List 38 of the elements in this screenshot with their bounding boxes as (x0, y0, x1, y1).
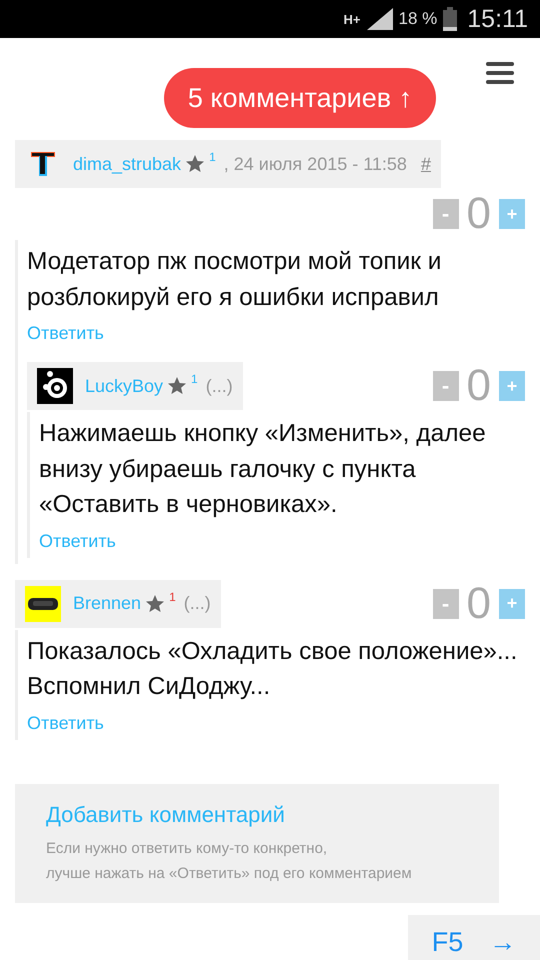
karma-count: 1 (191, 372, 198, 386)
vote-up-button[interactable]: + (499, 588, 525, 619)
reply-link[interactable]: Ответить (27, 323, 525, 344)
comment-meta: (...) (206, 376, 233, 397)
vote-up-button[interactable]: + (499, 371, 525, 402)
karma-count: 1 (209, 150, 216, 164)
reply-link[interactable]: Ответить (39, 530, 525, 552)
star-icon (145, 594, 166, 614)
add-comment-link[interactable]: Добавить комментарий (46, 802, 469, 828)
vote-up-button[interactable]: + (499, 199, 525, 229)
author-link[interactable]: LuckyBoy (85, 376, 164, 397)
reply-link[interactable]: Ответить (27, 712, 525, 734)
anchor-link[interactable]: # (420, 154, 431, 174)
menu-icon[interactable] (486, 61, 514, 85)
comment-text: Модетатор пж посмотри мой топик и розблокируй его я ошибки исправил (27, 247, 442, 313)
score: 0 (466, 364, 491, 408)
hint-text: Если нужно ответить кому-то конкретно, лучше нажать на «Ответить» под его комментарием (46, 838, 413, 884)
score: 0 (466, 192, 491, 236)
comment-text: Показалось «Охладить свое положение»... Вспомнил СиДоджу... (27, 636, 518, 702)
signal-icon (366, 8, 393, 30)
vote-down-button[interactable]: - (432, 371, 459, 402)
battery-icon (443, 7, 458, 31)
comment-meta: , 24 июля 2015 - 11:58 (224, 154, 407, 174)
comment-text: Нажимаешь кнопку «Изменить», далее внизу убираешь галочку с пункта «Оставить в черновиках». (39, 419, 487, 520)
author-link[interactable]: Brennen (73, 593, 142, 614)
comments-count-button[interactable]: 5 комментариев ↑ (164, 68, 436, 128)
comment-meta: (...) (184, 593, 211, 614)
battery-percent: 18 % (398, 9, 438, 29)
vote-down-button[interactable]: - (432, 199, 459, 229)
karma-count: 1 (169, 590, 176, 604)
star-icon (167, 376, 188, 396)
network-type: H+ (344, 12, 361, 26)
star-icon (185, 154, 206, 174)
author-link[interactable]: dima_strubak (73, 154, 182, 174)
score: 0 (466, 582, 491, 626)
vote-down-button[interactable]: - (432, 588, 459, 619)
clock: 15:11 (467, 4, 528, 34)
refresh-button[interactable]: F5 → (408, 914, 540, 960)
